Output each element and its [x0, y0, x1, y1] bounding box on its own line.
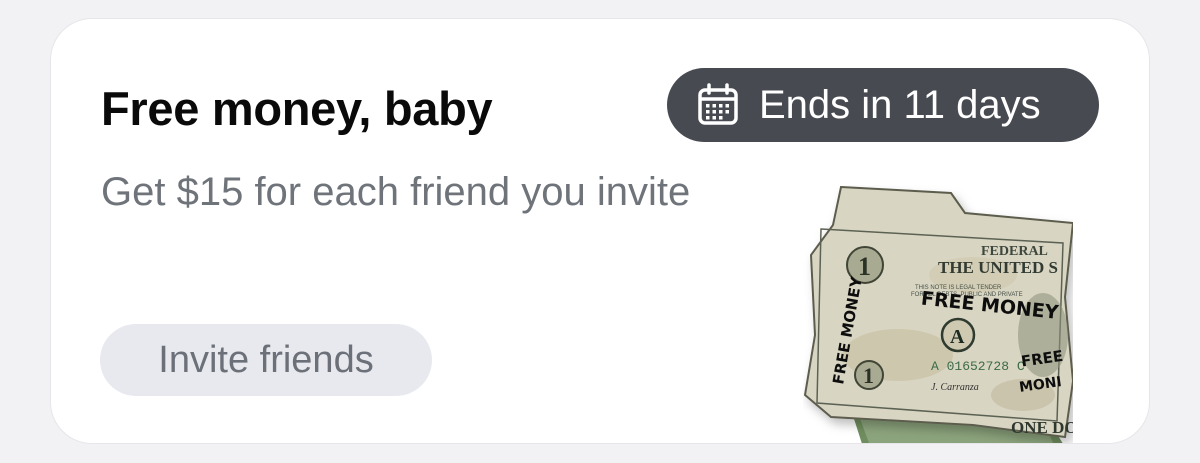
svg-text:1: 1	[863, 363, 874, 388]
dollar-bill-illustration: 1 1 A FEDERAL THE UNITED S THIS NOTE IS …	[803, 185, 1078, 443]
deadline-badge-label: Ends in 11 days	[759, 82, 1041, 127]
svg-text:THE UNITED S: THE UNITED S	[938, 258, 1058, 277]
svg-text:FEDERAL: FEDERAL	[981, 244, 1048, 259]
promo-card: Free money, baby Get $15 for each friend…	[50, 18, 1150, 444]
invite-friends-button[interactable]: Invite friends	[100, 324, 432, 396]
svg-text:J. Carranza: J. Carranza	[931, 382, 979, 393]
deadline-badge: Ends in 11 days	[667, 68, 1099, 142]
promo-subtitle: Get $15 for each friend you invite	[101, 170, 691, 214]
svg-text:1: 1	[858, 252, 871, 281]
svg-text:A 01652728 C: A 01652728 C	[931, 359, 1025, 374]
promo-title: Free money, baby	[101, 82, 493, 135]
svg-text:ONE DO: ONE DO	[1011, 418, 1073, 437]
svg-text:A: A	[950, 326, 965, 348]
calendar-icon	[695, 82, 741, 128]
